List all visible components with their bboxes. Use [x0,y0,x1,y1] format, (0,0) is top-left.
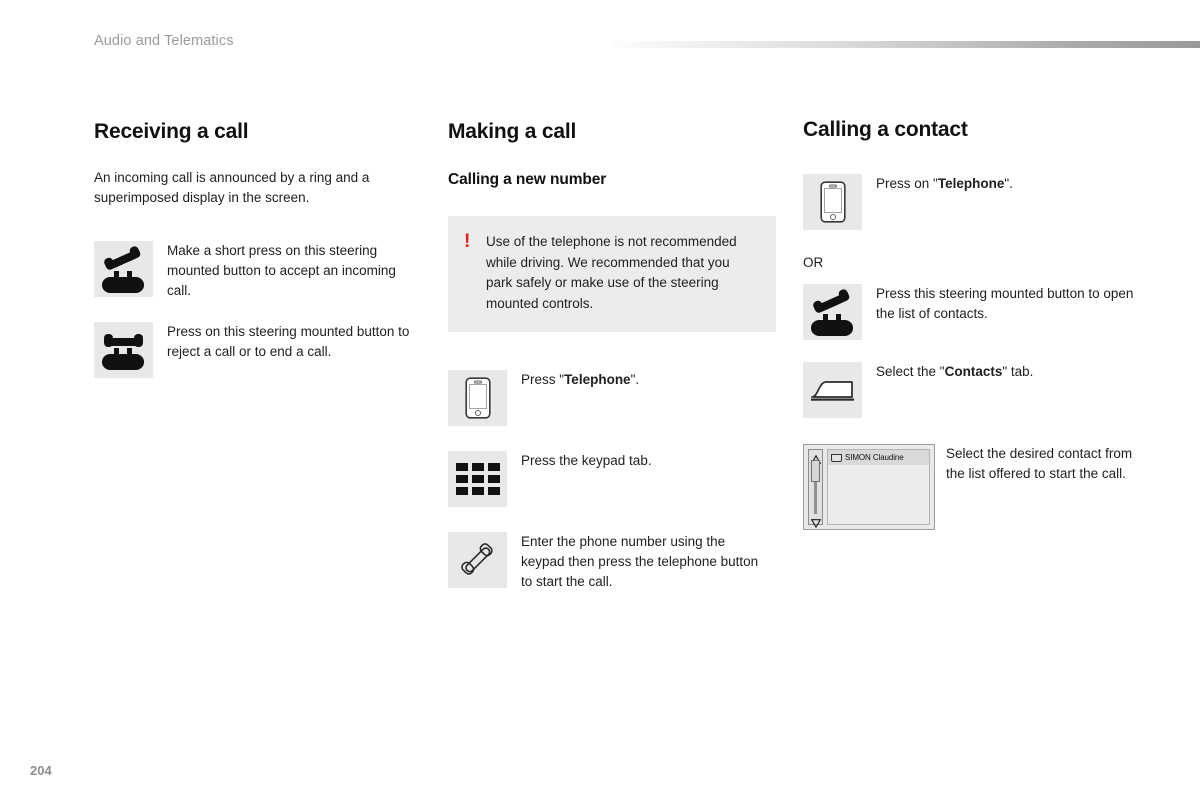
keypad-grid-icon [448,451,507,508]
scroll-up-arrow-icon[interactable] [810,451,822,464]
row-select-contacts-tab: Select the "Contacts" tab. [803,362,1143,419]
row-open-contacts-list: Press this steering mounted button to op… [803,284,1143,341]
column-making-a-call: Making a call Calling a new number ! Use… [448,120,778,592]
steering-wheel-accept-call-icon [803,284,862,341]
contact-list-item[interactable]: SIMON Claudine [828,450,929,466]
column-calling-a-contact: Calling a contact Press on "Telephone". … [803,118,1143,531]
column-receiving-a-call: Receiving a call An incoming call is ann… [94,120,424,378]
row-select-contacts-tab-text-bold: Contacts [944,364,1003,380]
page-header-title: Audio and Telematics [94,33,234,49]
row-press-telephone-text: Press "Telephone". [521,370,771,390]
warning-text: Use of the telephone is not recommended … [486,234,737,311]
row-enter-phone-number-text: Enter the phone number using the keypad … [521,534,759,590]
page-number: 204 [30,763,52,778]
row-press-on-telephone-text: Press on "Telephone". [876,174,1126,194]
header-gradient-rule [612,41,1200,48]
smartphone-icon [448,370,507,427]
warning-exclamation-icon: ! [464,231,471,253]
steering-wheel-accept-call-icon [94,241,153,298]
row-press-on-telephone-text-before: Press on " [876,176,938,192]
contacts-list-screen[interactable]: SIMON Claudine [803,444,935,531]
row-accept-call-text: Make a short press on this steering moun… [167,243,396,298]
row-enter-phone-number: Enter the phone number using the keypad … [448,532,778,592]
scrollbar-track[interactable] [811,460,820,515]
row-select-desired-contact: SIMON Claudine Select the desired contac… [803,444,1143,531]
row-press-telephone-text-bold: Telephone [564,372,631,388]
contact-card-icon [831,453,842,462]
row-press-on-telephone-text-bold: Telephone [937,176,1005,192]
row-press-keypad-tab-text: Press the keypad tab. [521,453,652,469]
section-title-calling-a-contact: Calling a contact [803,118,968,141]
section-title-making-a-call: Making a call [448,120,577,143]
row-select-contacts-tab-text-after: " tab. [1002,364,1034,380]
handset-icon [448,532,507,589]
smartphone-icon [803,174,862,231]
row-press-telephone: Press "Telephone". [448,370,778,427]
contact-list-item-name: SIMON Claudine [845,453,904,463]
row-select-contacts-tab-text-before: Select the " [876,364,945,380]
row-press-keypad-tab: Press the keypad tab. [448,451,778,508]
row-end-call-text: Press on this steering mounted button to… [167,323,410,359]
row-press-telephone-text-before: Press " [521,372,565,388]
receiving-a-call-intro-text: An incoming call is announced by a ring … [94,170,370,206]
row-select-desired-contact-text: Select the desired contact from the list… [946,446,1133,482]
row-select-contacts-tab-text: Select the "Contacts" tab. [876,362,1126,382]
warning-box: ! Use of the telephone is not recommende… [448,216,776,333]
row-open-contacts-list-text: Press this steering mounted button to op… [876,286,1134,322]
section-title-receiving-a-call: Receiving a call [94,120,249,143]
page-header: Audio and Telematics [0,0,1200,80]
or-label: OR [803,255,824,271]
subsection-title-calling-a-new-number: Calling a new number [448,171,607,189]
steering-wheel-end-call-icon [94,321,153,378]
contacts-tab-icon [803,362,862,419]
contacts-list[interactable]: SIMON Claudine [827,449,930,526]
row-accept-call: Make a short press on this steering moun… [94,241,424,301]
row-end-call: Press on this steering mounted button to… [94,321,424,378]
scroll-down-arrow-icon[interactable] [810,515,822,529]
row-press-on-telephone-text-after: ". [1004,176,1013,192]
row-press-telephone-text-after: ". [630,372,640,388]
scrollbar-thumb[interactable] [811,460,820,483]
row-press-on-telephone: Press on "Telephone". [803,174,1143,231]
contacts-scrollbar[interactable] [808,449,823,529]
